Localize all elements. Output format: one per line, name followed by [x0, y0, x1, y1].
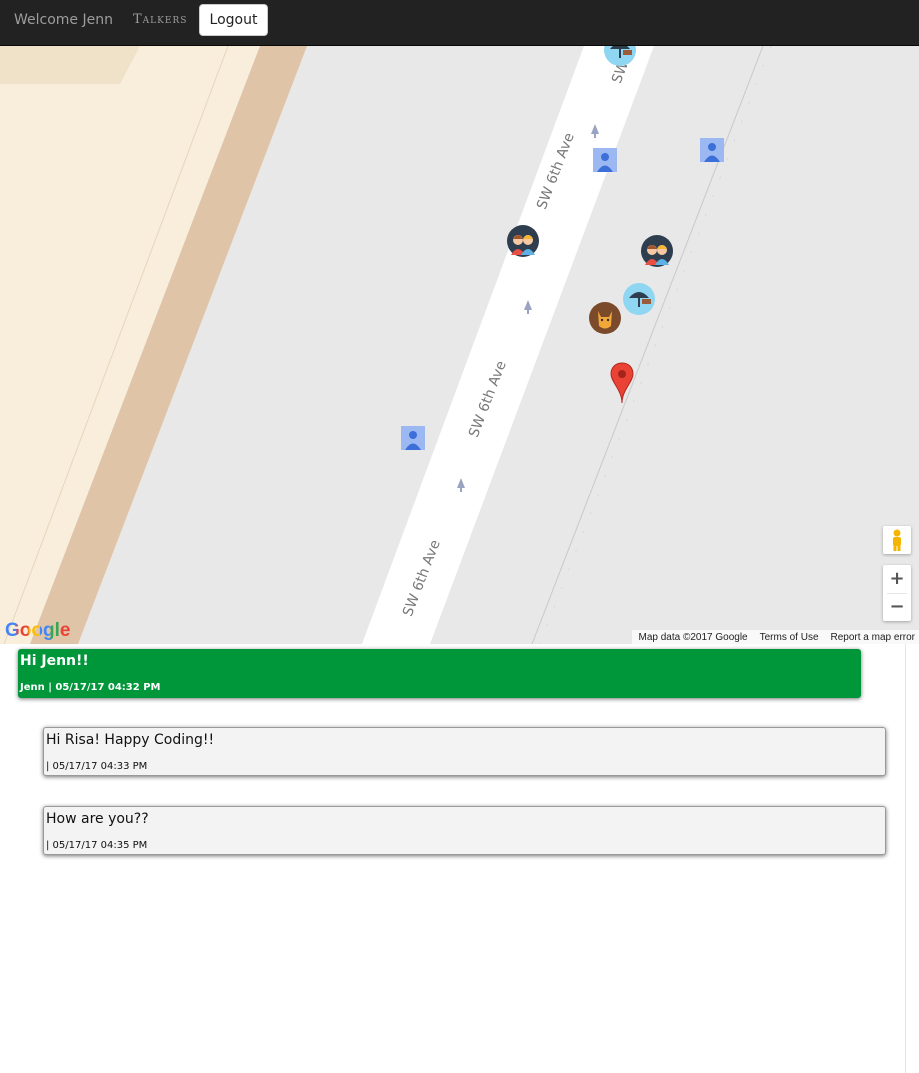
- dog-avatar-icon[interactable]: [589, 302, 621, 334]
- talkers-link[interactable]: Talkers: [133, 12, 187, 27]
- message-text: Hi Risa! Happy Coding!!: [46, 732, 215, 748]
- map-data-text: Map data ©2017 Google: [638, 631, 748, 643]
- couple-avatar-icon[interactable]: [507, 225, 539, 257]
- umbrella-avatar-icon[interactable]: [623, 283, 655, 315]
- umbrella-avatar-icon[interactable]: [604, 46, 636, 66]
- message-bubble: Hi Risa! Happy Coding!! | 05/17/17 04:33…: [43, 727, 886, 776]
- street-view-pegman-icon[interactable]: [883, 526, 911, 554]
- welcome-text: Welcome Jenn: [14, 12, 113, 28]
- zoom-control: + −: [883, 565, 911, 621]
- message-text: How are you??: [46, 811, 149, 827]
- message-bubble: Hi Jenn!! Jenn | 05/17/17 04:32 PM: [18, 649, 861, 698]
- logout-button[interactable]: Logout: [199, 4, 268, 36]
- message-bubble: How are you?? | 05/17/17 04:35 PM: [43, 806, 886, 855]
- google-logo: Google: [5, 620, 71, 641]
- map-attribution: Map data ©2017 Google Terms of Use Repor…: [632, 630, 919, 644]
- map-base: [0, 46, 772, 644]
- chat-panel: Hi Jenn!! Jenn | 05/17/17 04:32 PM Hi Ri…: [0, 644, 906, 1073]
- navbar: Welcome Jenn Talkers Logout: [0, 0, 919, 46]
- map[interactable]: SW 6th Ave SW 6th Ave SW 6th Ave SW + − …: [0, 46, 919, 644]
- message-meta: | 05/17/17 04:35 PM: [46, 840, 148, 851]
- person-marker-icon[interactable]: [593, 148, 617, 172]
- message-meta: Jenn | 05/17/17 04:32 PM: [20, 682, 161, 693]
- person-marker-icon[interactable]: [401, 426, 425, 450]
- zoom-in-button[interactable]: +: [883, 565, 911, 593]
- zoom-out-button[interactable]: −: [883, 593, 911, 621]
- person-marker-icon[interactable]: [700, 138, 724, 162]
- message-meta: | 05/17/17 04:33 PM: [46, 761, 148, 772]
- location-pin-icon[interactable]: [610, 362, 634, 404]
- terms-of-use-link[interactable]: Terms of Use: [760, 632, 819, 643]
- message-text: Hi Jenn!!: [20, 653, 89, 669]
- couple-avatar-icon[interactable]: [641, 235, 673, 267]
- report-map-error-link[interactable]: Report a map error: [831, 632, 915, 643]
